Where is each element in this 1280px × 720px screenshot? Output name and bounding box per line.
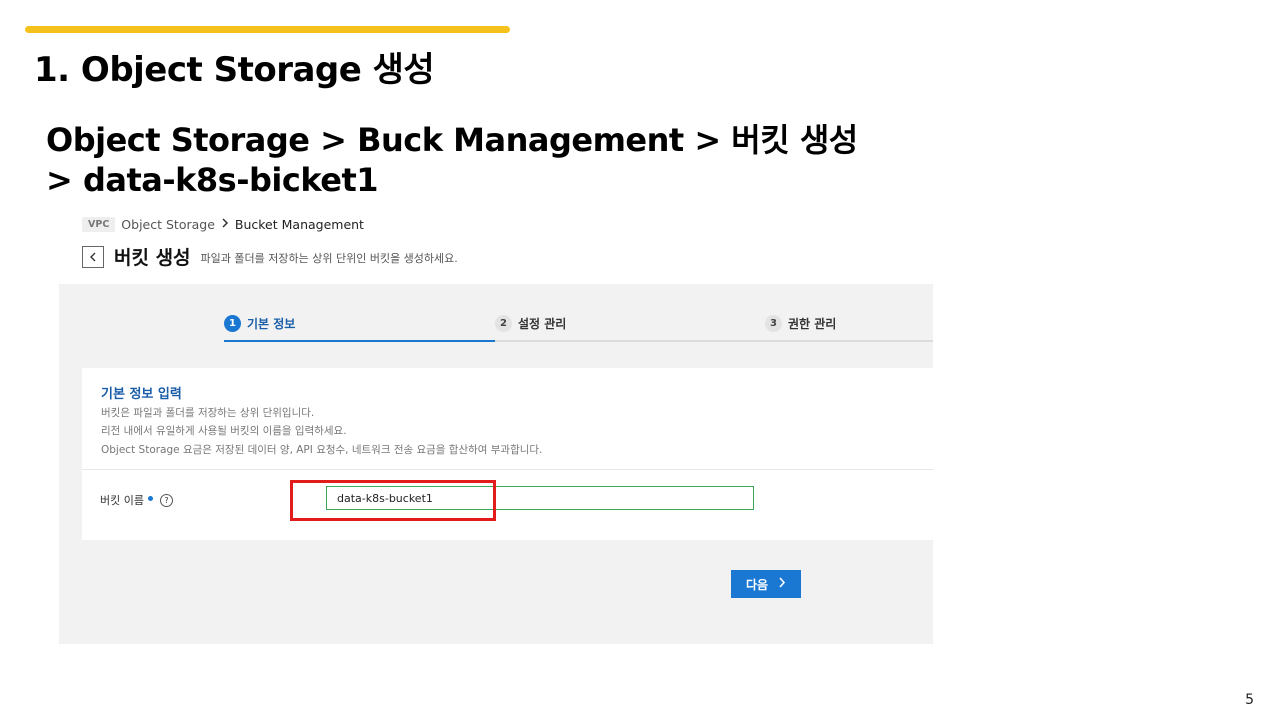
step-label: 권한 관리 — [788, 316, 837, 331]
step-number: 1 — [224, 314, 241, 332]
step-number: 3 — [765, 314, 782, 332]
required-indicator — [147, 495, 153, 501]
divider — [82, 469, 933, 470]
step-number: 2 — [495, 314, 512, 332]
console-screenshot: VPC Object Storage Bucket Management 버킷 … — [0, 0, 1280, 720]
stepper: 1 기본 정보 2 설정 관리 3 권한 관리 — [224, 312, 933, 342]
slide-title: 1. Object Storage 생성 — [34, 50, 435, 90]
step-active-indicator — [224, 340, 495, 342]
info-line-3: Object Storage 요금은 저장된 데이터 양, API 요청수, 네… — [101, 444, 543, 456]
bucket-name-label-text: 버킷 이름 — [100, 494, 144, 507]
back-button[interactable] — [82, 245, 104, 268]
page-description: 파일과 폴더를 저장하는 상위 단위인 버킷을 생성하세요. — [200, 252, 458, 265]
slide-subtitle: Object Storage > Buck Management > 버킷 생성… — [46, 120, 858, 200]
basic-info-card: 기본 정보 입력 버킷은 파일과 폴더를 저장하는 상위 단위입니다. 리전 내… — [82, 368, 933, 540]
step-label: 설정 관리 — [518, 316, 567, 331]
step-settings[interactable]: 2 설정 관리 — [495, 312, 566, 334]
step-label: 기본 정보 — [247, 316, 296, 331]
question-circle-icon[interactable]: ? — [159, 493, 173, 507]
breadcrumb-item-bucket-management[interactable]: Bucket Management — [235, 217, 364, 232]
chevron-right-icon — [221, 217, 229, 231]
page-number: 5 — [1245, 692, 1254, 708]
accent-bar — [25, 26, 510, 33]
step-basic-info[interactable]: 1 기본 정보 — [224, 312, 295, 334]
content-panel: 1 기본 정보 2 설정 관리 3 권한 관리 기본 정보 입력 버킷은 파일과… — [59, 284, 933, 644]
breadcrumb-item-object-storage[interactable]: Object Storage — [121, 217, 215, 232]
vpc-badge: VPC — [82, 216, 116, 232]
bucket-name-label: 버킷 이름 ? — [100, 492, 173, 508]
next-button[interactable]: 다음 — [731, 570, 801, 598]
highlight-annotation-box — [290, 480, 496, 521]
info-line-1: 버킷은 파일과 폴더를 저장하는 상위 단위입니다. — [101, 407, 315, 419]
next-button-label: 다음 — [745, 577, 769, 592]
step-permissions[interactable]: 3 권한 관리 — [765, 312, 836, 334]
page-header: 버킷 생성 파일과 폴더를 저장하는 상위 단위인 버킷을 생성하세요. — [82, 243, 458, 270]
subtitle-line-1: Object Storage > Buck Management > 버킷 생성 — [46, 121, 858, 159]
subtitle-line-2: > data-k8s-bicket1 — [46, 161, 379, 199]
section-title: 기본 정보 입력 — [101, 387, 182, 402]
breadcrumb: VPC Object Storage Bucket Management — [82, 215, 364, 233]
chevron-left-icon — [89, 247, 97, 266]
chevron-right-icon — [778, 577, 786, 591]
page-title: 버킷 생성 — [114, 247, 191, 269]
info-line-2: 리전 내에서 유일하게 사용될 버킷의 이름을 입력하세요. — [101, 425, 347, 437]
